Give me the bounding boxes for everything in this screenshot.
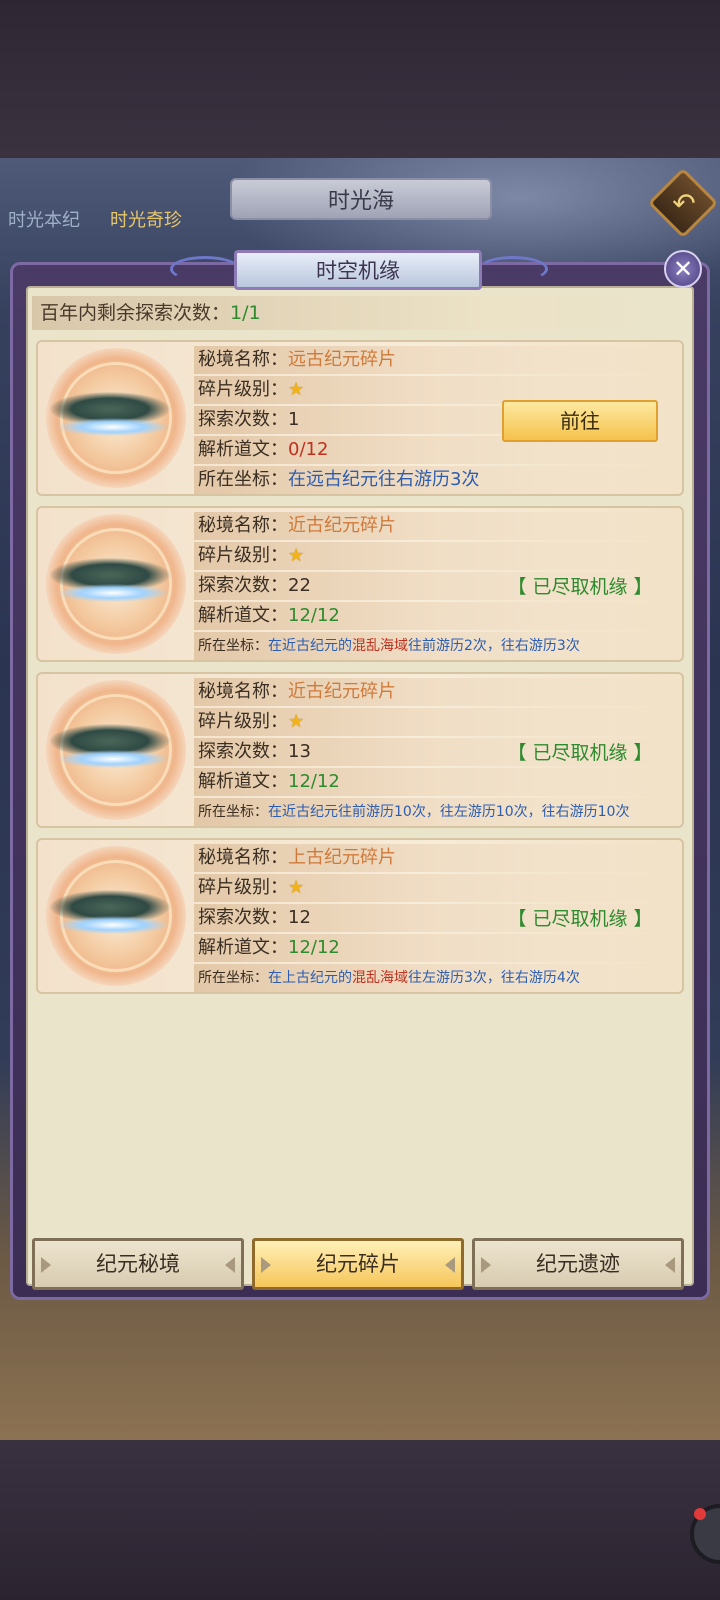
tab-label: 纪元碎片 (316, 1252, 400, 1276)
fragment-card: 秘境名称：近古纪元碎片 碎片级别：★ 探索次数：22 解析道文：12/12 所在坐标：在… (36, 506, 684, 662)
fragment-mist (58, 750, 168, 768)
tab-era-secret-realm[interactable]: 纪元秘境 (32, 1238, 244, 1290)
region-name: 混乱海域 (352, 970, 408, 986)
row-label: 解析道文： (198, 605, 288, 626)
coordinates-text: 在近古纪元往前游历10次，往左游历10次，往右游历10次 (268, 804, 630, 820)
row-label: 秘境名称： (198, 681, 288, 702)
fragment-card: 秘境名称：上古纪元碎片 碎片级别：★ 探索次数：12 解析道文：12/12 所在坐标：在… (36, 838, 684, 994)
fragment-card: 秘境名称：远古纪元碎片 碎片级别：★ 探索次数：1 解析道文：0/12 所在坐标：在远古… (36, 340, 684, 496)
remaining-label: 百年内剩余探索次数： (40, 302, 231, 324)
fragment-name: 近古纪元碎片 (288, 515, 396, 536)
tab-arrow-left-icon (261, 1257, 271, 1273)
coordinates-row: 所在坐标：在近古纪元的混乱海域往前游历2次，往右游历3次 (194, 632, 680, 660)
tab-era-relic[interactable]: 纪元遗迹 (472, 1238, 684, 1290)
tab-arrow-left-icon (481, 1257, 491, 1273)
notification-dot (694, 1508, 706, 1520)
exhausted-status: 【 已尽取机缘 】 (507, 742, 653, 764)
coordinates-row: 所在坐标：在近古纪元往前游历10次，往左游历10次，往右游历10次 (194, 798, 680, 826)
row-label: 秘境名称： (198, 515, 288, 536)
fragment-name: 近古纪元碎片 (288, 681, 396, 702)
row-label: 探索次数： (198, 907, 288, 928)
exploration-count: 22 (288, 575, 311, 596)
exhausted-status: 【 已尽取机缘 】 (507, 576, 653, 598)
top-status-area (0, 0, 720, 158)
row-label: 探索次数： (198, 741, 288, 762)
star-icon: ★ (288, 379, 305, 400)
tab-era-fragment[interactable]: 纪元碎片 (252, 1238, 464, 1290)
fragment-mist (58, 584, 168, 602)
exploration-count: 13 (288, 741, 311, 762)
remaining-explorations: 百年内剩余探索次数：1/1 (32, 296, 688, 330)
tab-arrow-right-icon (445, 1257, 455, 1273)
row-label: 碎片级别： (198, 379, 288, 400)
decode-progress: 0/12 (288, 439, 329, 460)
decode-progress: 12/12 (288, 771, 340, 792)
row-label: 碎片级别： (198, 877, 288, 898)
row-label: 所在坐标： (198, 469, 288, 490)
fragment-name-row: 秘境名称：近古纪元碎片 (194, 512, 680, 540)
title-ornament-right-icon (478, 256, 548, 282)
coordinates-text: 往前游历2次，往右游历3次 (408, 638, 580, 654)
go-button[interactable]: 前往 (502, 400, 658, 442)
fragment-level-row: 碎片级别：★ (194, 708, 680, 736)
decode-progress-row: 解析道文：12/12 (194, 602, 680, 630)
fragment-name: 远古纪元碎片 (288, 349, 396, 370)
fragment-level-row: 碎片级别：★ (194, 542, 680, 570)
modal-title: 时空机缘 (234, 250, 482, 290)
fragment-level-row: 碎片级别：★ (194, 874, 680, 902)
tab-arrow-right-icon (665, 1257, 675, 1273)
tab-arrow-left-icon (41, 1257, 51, 1273)
return-arrow-icon[interactable]: ↶ (664, 184, 704, 224)
star-icon: ★ (288, 877, 305, 898)
row-label: 碎片级别： (198, 545, 288, 566)
region-name: 混乱海域 (352, 638, 408, 654)
row-label: 秘境名称： (198, 847, 288, 868)
coordinates-row: 所在坐标：在上古纪元的混乱海域往左游历3次，往右游历4次 (194, 964, 680, 992)
tab-label: 纪元遗迹 (536, 1252, 620, 1276)
star-icon: ★ (288, 545, 305, 566)
decode-progress: 12/12 (288, 937, 340, 958)
star-icon: ★ (288, 711, 305, 732)
bottom-area (0, 1440, 720, 1600)
background-title: 时光海 (230, 178, 492, 220)
coordinates-text: 在远古纪元往右游历3次 (288, 469, 480, 490)
exploration-count: 12 (288, 907, 311, 928)
tab-label: 纪元秘境 (96, 1252, 180, 1276)
row-label: 碎片级别： (198, 711, 288, 732)
fragment-name-row: 秘境名称：远古纪元碎片 (194, 346, 680, 374)
fragment-mist (58, 916, 168, 934)
sea-shore (0, 1428, 720, 1440)
decode-progress-row: 解析道文：12/12 (194, 934, 680, 962)
row-label: 解析道文： (198, 937, 288, 958)
close-button[interactable]: ✕ (664, 250, 702, 288)
title-ornament-left-icon (170, 256, 240, 282)
coordinates-text: 往左游历3次，往右游历4次 (408, 970, 580, 986)
row-label: 所在坐标： (198, 638, 268, 654)
row-label: 解析道文： (198, 439, 288, 460)
fragment-mist (58, 418, 168, 436)
row-label: 秘境名称： (198, 349, 288, 370)
background-tab-chronicle[interactable]: 时光本纪 (8, 206, 80, 232)
coordinates-text: 在近古纪元的 (268, 638, 352, 654)
coordinates-text: 在上古纪元的 (268, 970, 352, 986)
row-label: 解析道文： (198, 771, 288, 792)
decode-progress: 12/12 (288, 605, 340, 626)
tab-arrow-right-icon (225, 1257, 235, 1273)
row-label: 所在坐标： (198, 804, 268, 820)
fragment-name: 上古纪元碎片 (288, 847, 396, 868)
exploration-count: 1 (288, 409, 300, 430)
decode-progress-row: 解析道文：12/12 (194, 768, 680, 796)
background-tab-treasure[interactable]: 时光奇珍 (110, 206, 182, 232)
close-icon[interactable]: ✕ (673, 255, 693, 283)
row-label: 所在坐标： (198, 970, 268, 986)
remaining-value: 1/1 (230, 302, 261, 324)
coordinates-row: 所在坐标：在远古纪元往右游历3次 (194, 466, 680, 494)
row-label: 探索次数： (198, 575, 288, 596)
fragment-name-row: 秘境名称：上古纪元碎片 (194, 844, 680, 872)
exhausted-status: 【 已尽取机缘 】 (507, 908, 653, 930)
fragment-card: 秘境名称：近古纪元碎片 碎片级别：★ 探索次数：13 解析道文：12/12 所在坐标：在… (36, 672, 684, 828)
row-label: 探索次数： (198, 409, 288, 430)
fragment-name-row: 秘境名称：近古纪元碎片 (194, 678, 680, 706)
